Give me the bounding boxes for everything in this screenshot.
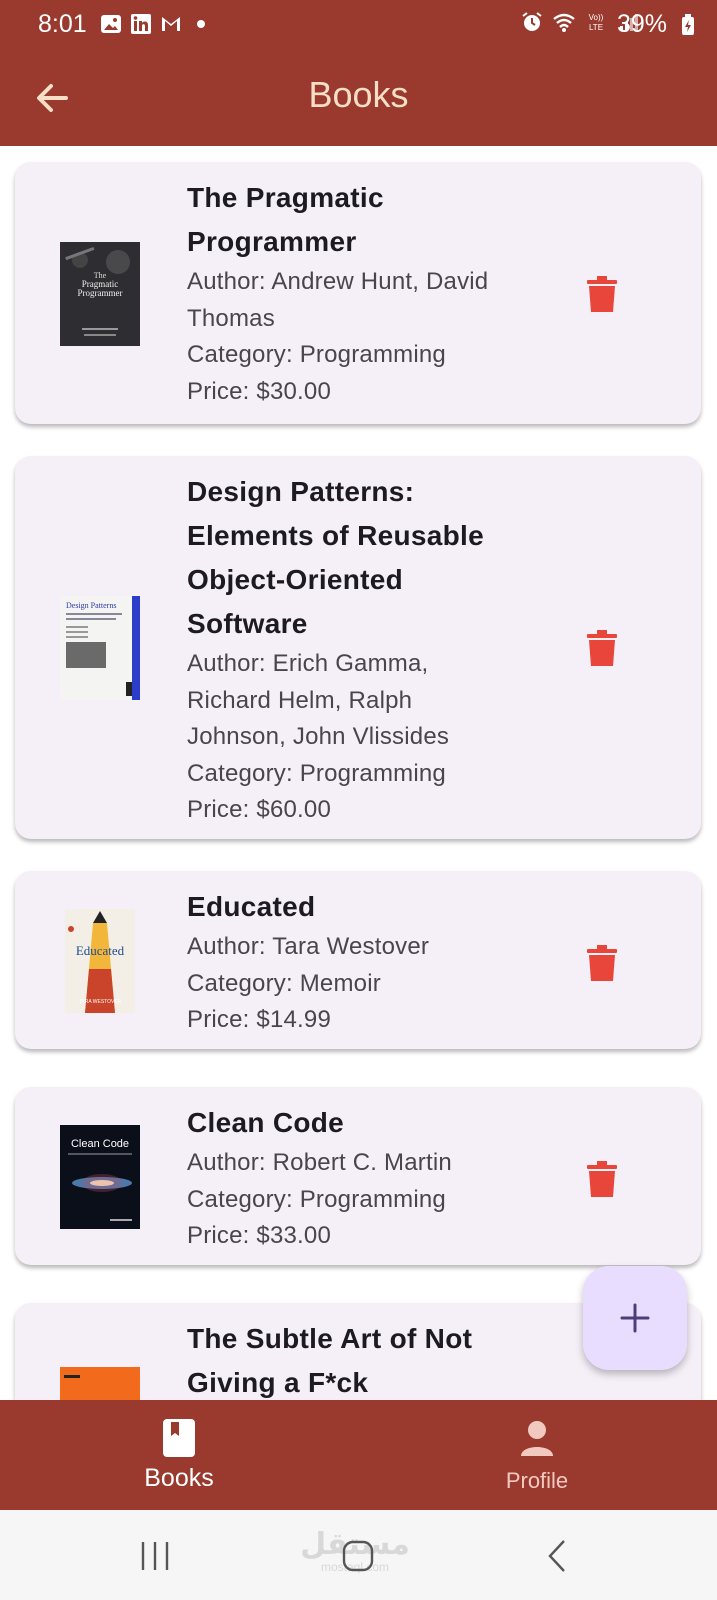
clean-code-cover: Clean Code bbox=[60, 1125, 140, 1229]
book-category: Category: Programming bbox=[187, 1185, 446, 1213]
book-list[interactable]: The Pragmatic Programmer The Pragmatic P… bbox=[0, 146, 717, 1400]
book-author: Author: Erich Gamma, bbox=[187, 650, 429, 677]
svg-text:Educated: Educated bbox=[76, 943, 125, 958]
book-author: Thomas bbox=[187, 304, 275, 332]
book-price: Price: $33.00 bbox=[187, 1222, 332, 1249]
book-title: Object-Oriented bbox=[187, 564, 404, 595]
book-card[interactable]: The Pragmatic Programmer The Pragmatic P… bbox=[15, 162, 701, 424]
book-title: Educated bbox=[187, 891, 316, 922]
book-author: Richard Helm, Ralph bbox=[187, 686, 413, 714]
svg-text:Design Patterns: Design Patterns bbox=[66, 601, 116, 610]
nav-label-profile: Profile bbox=[505, 1468, 569, 1493]
book-price: Price: $60.00 bbox=[187, 796, 332, 823]
book-card[interactable]: Educated TARA WESTOVER Educated Author: … bbox=[15, 871, 701, 1049]
book-cover-image bbox=[60, 1367, 140, 1400]
plus-icon bbox=[620, 1303, 650, 1333]
book-title: The Pragmatic bbox=[187, 182, 384, 213]
book-author: Author: Tara Westover bbox=[187, 933, 430, 960]
book-cover-image: Design Patterns bbox=[60, 596, 140, 700]
delete-button[interactable] bbox=[587, 276, 617, 312]
status-time: 8:01 bbox=[38, 10, 87, 38]
svg-text:Clean Code: Clean Code bbox=[71, 1138, 129, 1150]
book-title: Software bbox=[187, 608, 308, 639]
dot-icon bbox=[197, 20, 205, 28]
book-price: Price: $30.00 bbox=[187, 377, 332, 405]
book-title: Giving a F*ck bbox=[187, 1367, 369, 1398]
gmail-icon bbox=[162, 17, 180, 31]
book-icon bbox=[163, 1419, 195, 1457]
trash-icon bbox=[587, 276, 617, 312]
bottom-navigation: Books Profile bbox=[0, 1400, 717, 1510]
status-bar: 8:01 Vo)) LTE 39% bbox=[0, 0, 717, 50]
pragmatic-programmer-cover: The Pragmatic Programmer bbox=[60, 242, 140, 346]
book-info: The Pragmatic Programmer Author: Andrew … bbox=[187, 176, 587, 410]
nav-label-books: Books bbox=[144, 1464, 214, 1492]
book-author: Author: Andrew Hunt, David bbox=[187, 268, 489, 295]
book-category: Category: Programming bbox=[187, 759, 446, 787]
book-author: Johnson, John Vlissides bbox=[187, 723, 450, 750]
design-patterns-cover: Design Patterns bbox=[60, 596, 140, 700]
book-info: Educated Author: Tara Westover Category:… bbox=[187, 885, 587, 1039]
book-cover-image: Clean Code bbox=[60, 1125, 140, 1229]
book-category: Category: Programming bbox=[187, 341, 446, 368]
person-icon bbox=[521, 1421, 553, 1456]
book-info: Design Patterns: Elements of Reusable Ob… bbox=[187, 470, 587, 829]
book-author: Author: Robert C. Martin bbox=[187, 1149, 452, 1176]
subtle-art-cover bbox=[60, 1367, 140, 1400]
system-navigation-bar: مستقل mostaql.com bbox=[0, 1510, 717, 1600]
volte-icon: Vo))LTE bbox=[589, 13, 604, 32]
wifi-icon bbox=[553, 13, 575, 32]
nav-item-books[interactable]: Books bbox=[0, 1400, 358, 1510]
add-book-button[interactable] bbox=[583, 1266, 687, 1370]
app-bar: Books bbox=[0, 50, 717, 146]
svg-text:Vo)): Vo)) bbox=[589, 13, 604, 22]
svg-text:LTE: LTE bbox=[589, 23, 603, 32]
book-cover-image: Educated TARA WESTOVER bbox=[65, 909, 135, 1013]
educated-cover: Educated TARA WESTOVER bbox=[65, 909, 135, 1013]
trash-icon bbox=[587, 945, 617, 981]
nav-item-profile[interactable]: Profile bbox=[358, 1400, 716, 1510]
book-title: Elements of Reusable bbox=[187, 520, 484, 551]
svg-text:TARA WESTOVER: TARA WESTOVER bbox=[79, 999, 122, 1005]
page-title: Books bbox=[308, 74, 409, 115]
book-price: Price: $14.99 bbox=[187, 1006, 332, 1033]
delete-button[interactable] bbox=[587, 630, 617, 666]
book-title: Programmer bbox=[187, 226, 357, 257]
book-card[interactable]: Clean Code Clean Code Author: Robert C. … bbox=[15, 1087, 701, 1265]
recents-icon[interactable] bbox=[135, 1538, 175, 1574]
delete-button[interactable] bbox=[587, 945, 617, 981]
battery-icon bbox=[682, 14, 694, 35]
book-title: The Subtle Art of Not bbox=[187, 1323, 473, 1354]
book-cover-image: The Pragmatic Programmer bbox=[60, 242, 140, 346]
svg-text:Programmer: Programmer bbox=[78, 288, 123, 298]
book-info: The Subtle Art of Not Giving a F*ck bbox=[187, 1317, 587, 1400]
delete-button[interactable] bbox=[587, 1161, 617, 1197]
book-info: Clean Code Author: Robert C. Martin Cate… bbox=[187, 1101, 587, 1255]
alarm-icon bbox=[522, 12, 542, 31]
linkedin-icon bbox=[131, 14, 151, 34]
book-title: Design Patterns: bbox=[187, 476, 415, 507]
book-card[interactable]: Design Patterns Design Patterns: Element… bbox=[15, 456, 701, 839]
gallery-icon bbox=[101, 15, 121, 33]
back-icon[interactable] bbox=[538, 1538, 578, 1574]
home-icon[interactable] bbox=[338, 1538, 378, 1574]
trash-icon bbox=[587, 1161, 617, 1197]
battery-percent: 39% bbox=[616, 10, 667, 38]
book-category: Category: Memoir bbox=[187, 969, 381, 997]
trash-icon bbox=[587, 630, 617, 666]
book-title: Clean Code bbox=[187, 1107, 345, 1138]
